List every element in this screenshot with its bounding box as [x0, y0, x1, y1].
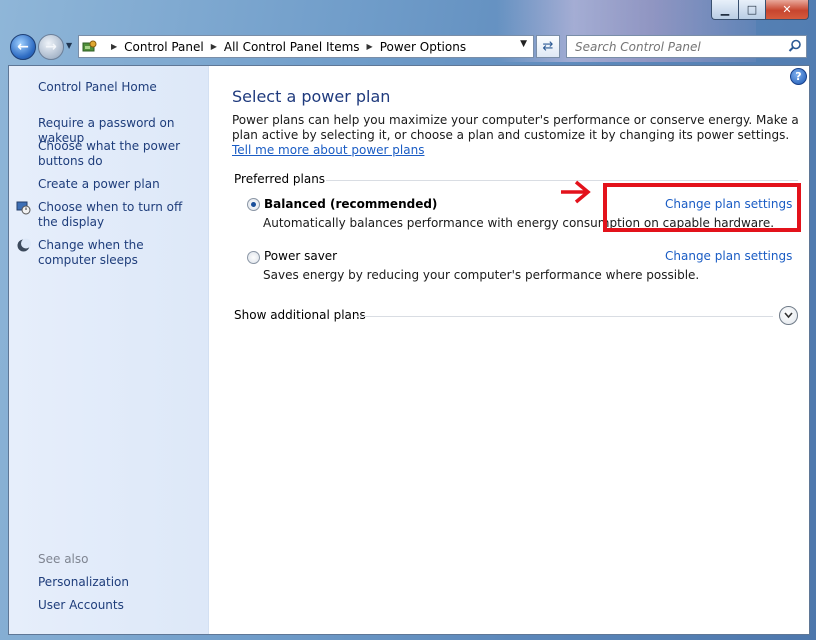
display-clock-icon [16, 201, 31, 215]
address-dropdown-icon[interactable]: ▼ [520, 39, 527, 49]
breadcrumb-power-options[interactable]: Power Options [380, 40, 466, 54]
sidebar-turn-off-display[interactable]: Choose when to turn off the display [38, 200, 198, 230]
breadcrumb-separator-icon: ▶ [111, 42, 118, 51]
task-pane: Control Panel Home Require a password on… [9, 66, 209, 634]
page-description: Power plans can help you maximize your c… [232, 113, 804, 158]
breadcrumb-separator-icon[interactable]: ▶ [367, 42, 373, 51]
caption-buttons: ▁ □ ✕ [711, 0, 809, 20]
sidebar-power-buttons[interactable]: Choose what the power buttons do [38, 139, 188, 169]
forward-arrow-icon: → [45, 39, 57, 55]
address-bar[interactable]: ▶ Control Panel ▶ All Control Panel Item… [78, 35, 534, 58]
chevron-down-icon [784, 312, 793, 319]
explorer-window: ▁ □ ✕ ← → ▼ ▶ Control Panel ▶ All Contro… [0, 0, 816, 640]
balanced-radio[interactable] [247, 198, 260, 211]
moon-sleep-icon [17, 238, 31, 252]
breadcrumb-control-panel[interactable]: Control Panel [124, 40, 204, 54]
control-panel-icon [82, 40, 97, 51]
search-box[interactable] [566, 35, 807, 58]
sidebar-create-plan[interactable]: Create a power plan [38, 177, 160, 192]
refresh-button[interactable]: ⇄ [536, 35, 560, 58]
power-saver-plan-description: Saves energy by reducing your computer's… [263, 268, 700, 282]
refresh-icon: ⇄ [542, 39, 554, 54]
recent-pages-dropdown-icon[interactable]: ▼ [66, 41, 72, 50]
close-button[interactable]: ✕ [766, 0, 809, 20]
balanced-plan-name[interactable]: Balanced (recommended) [264, 197, 437, 211]
page-title: Select a power plan [232, 87, 391, 106]
red-highlight-box [603, 183, 801, 232]
description-text: Power plans can help you maximize your c… [232, 113, 799, 142]
power-saver-plan-name[interactable]: Power saver [264, 249, 337, 263]
content-area: Control Panel Home Require a password on… [8, 65, 810, 635]
additional-plans-divider [357, 316, 773, 317]
expand-plans-button[interactable] [779, 306, 798, 325]
help-icon[interactable]: ? [790, 68, 807, 85]
power-saver-change-plan-settings-link[interactable]: Change plan settings [665, 249, 792, 263]
back-button[interactable]: ← [10, 34, 36, 60]
search-icon[interactable] [788, 39, 802, 53]
tell-me-more-link[interactable]: Tell me more about power plans [232, 143, 424, 157]
sidebar-computer-sleeps[interactable]: Change when the computer sleeps [38, 238, 198, 268]
power-saver-radio[interactable] [247, 251, 260, 264]
back-arrow-icon: ← [17, 39, 29, 55]
breadcrumb-all-items[interactable]: All Control Panel Items [224, 40, 360, 54]
search-input[interactable] [573, 38, 782, 55]
maximize-button[interactable]: □ [738, 0, 766, 20]
see-also-heading: See also [38, 552, 89, 566]
main-panel: ? Select a power plan Power plans can he… [209, 66, 809, 634]
show-additional-plans-label[interactable]: Show additional plans [234, 308, 366, 322]
forward-button[interactable]: → [38, 34, 64, 60]
see-also-user-accounts[interactable]: User Accounts [38, 598, 124, 613]
see-also-personalization[interactable]: Personalization [38, 575, 129, 590]
preferred-plans-heading: Preferred plans [234, 172, 326, 186]
navigation-bar: ← → ▼ ▶ Control Panel ▶ All Control Pane… [0, 32, 816, 60]
red-arrow-icon [561, 180, 591, 204]
minimize-button[interactable]: ▁ [711, 0, 738, 20]
sidebar-control-panel-home[interactable]: Control Panel Home [38, 80, 157, 95]
breadcrumb-separator-icon[interactable]: ▶ [211, 42, 217, 51]
